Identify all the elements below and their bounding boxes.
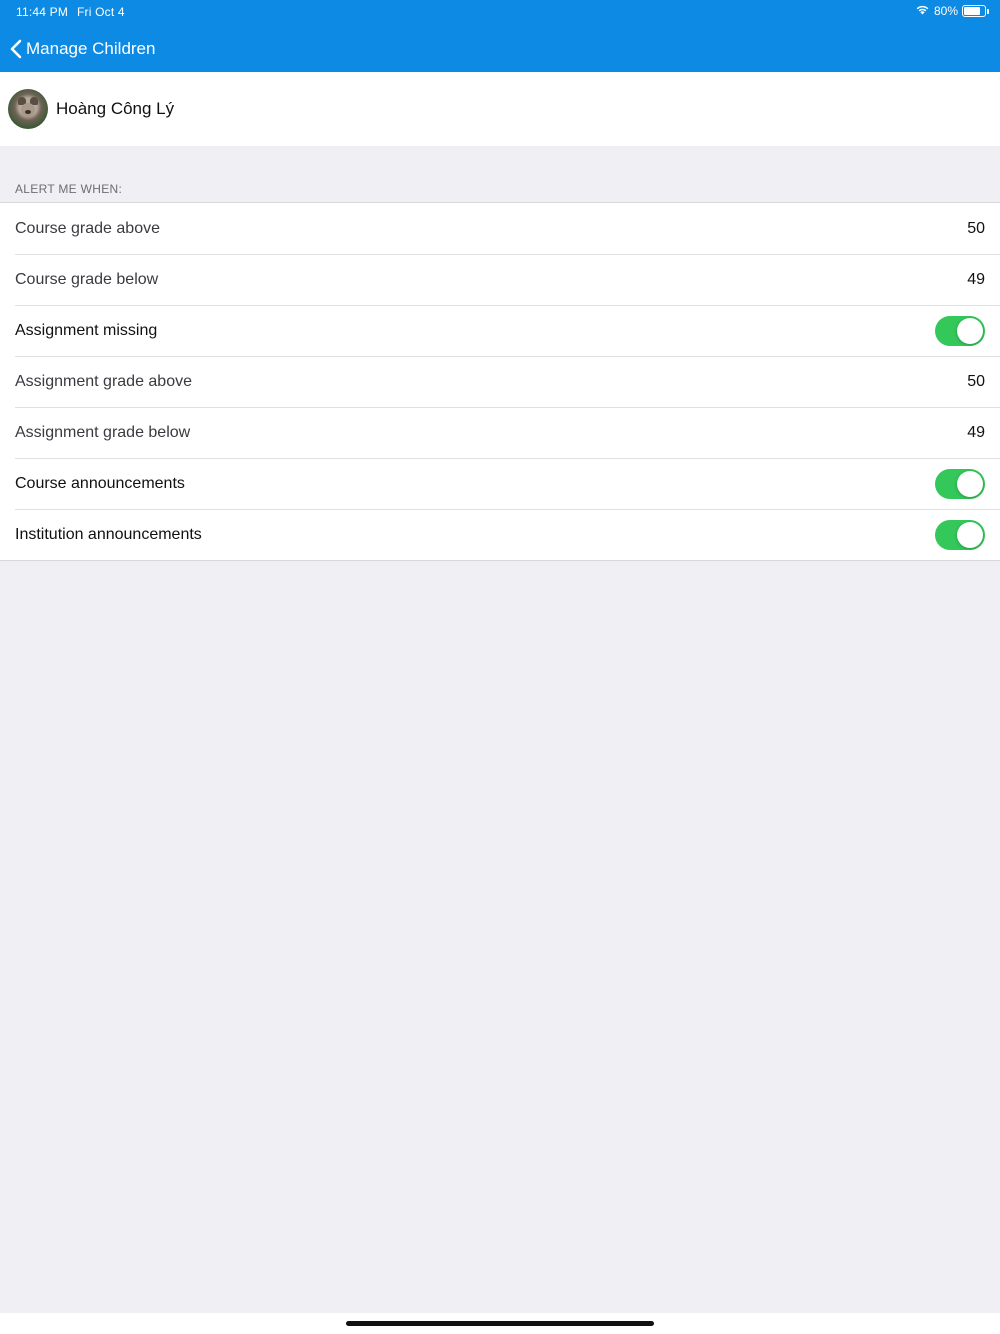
row-label: Course grade above: [15, 219, 160, 237]
assignment-grade-above-row[interactable]: Assignment grade above 50: [0, 356, 1000, 407]
course-announcements-toggle[interactable]: [935, 468, 985, 499]
row-label: Course announcements: [15, 474, 185, 492]
battery-fill: [964, 7, 980, 15]
status-date: Fri Oct 4: [77, 5, 125, 19]
row-value: 50: [967, 372, 985, 390]
course-grade-above-row[interactable]: Course grade above 50: [0, 203, 1000, 254]
row-value: 49: [967, 423, 985, 441]
assignment-grade-below-row[interactable]: Assignment grade below 49: [0, 407, 1000, 458]
assignment-missing-toggle[interactable]: [935, 315, 985, 346]
assignment-missing-row: Assignment missing: [0, 305, 1000, 356]
row-label: Institution announcements: [15, 525, 202, 543]
battery-percentage: 80%: [933, 4, 958, 18]
child-name: Hoàng Công Lý: [56, 99, 175, 118]
course-announcements-row: Course announcements: [0, 458, 1000, 509]
row-label: Assignment missing: [15, 321, 158, 339]
status-right: 80%: [915, 4, 989, 18]
row-label: Course grade below: [15, 270, 159, 288]
status-time: 11:44 PM: [16, 5, 69, 19]
wifi-icon: [915, 4, 930, 18]
back-button-label: Manage Children: [26, 39, 156, 58]
institution-announcements-toggle[interactable]: [935, 519, 985, 550]
row-value: 49: [967, 270, 985, 288]
row-value: 50: [967, 219, 985, 237]
battery-icon: [962, 5, 989, 17]
nav-header: 11:44 PM Fri Oct 4 80% Manage Children: [0, 0, 1000, 72]
status-bar: 11:44 PM Fri Oct 4 80%: [0, 0, 1000, 24]
alert-settings-list: Course grade above 50 Course grade below…: [0, 202, 1000, 561]
home-indicator: [346, 1321, 654, 1326]
section-header: ALERT ME WHEN:: [15, 182, 123, 196]
back-button[interactable]: Manage Children: [10, 34, 155, 64]
institution-announcements-row: Institution announcements: [0, 509, 1000, 560]
course-grade-below-row[interactable]: Course grade below 49: [0, 254, 1000, 305]
avatar: [8, 89, 48, 129]
child-profile-row: Hoàng Công Lý: [0, 72, 1000, 146]
chevron-left-icon: [10, 39, 22, 59]
row-label: Assignment grade below: [15, 423, 191, 441]
row-label: Assignment grade above: [15, 372, 192, 390]
